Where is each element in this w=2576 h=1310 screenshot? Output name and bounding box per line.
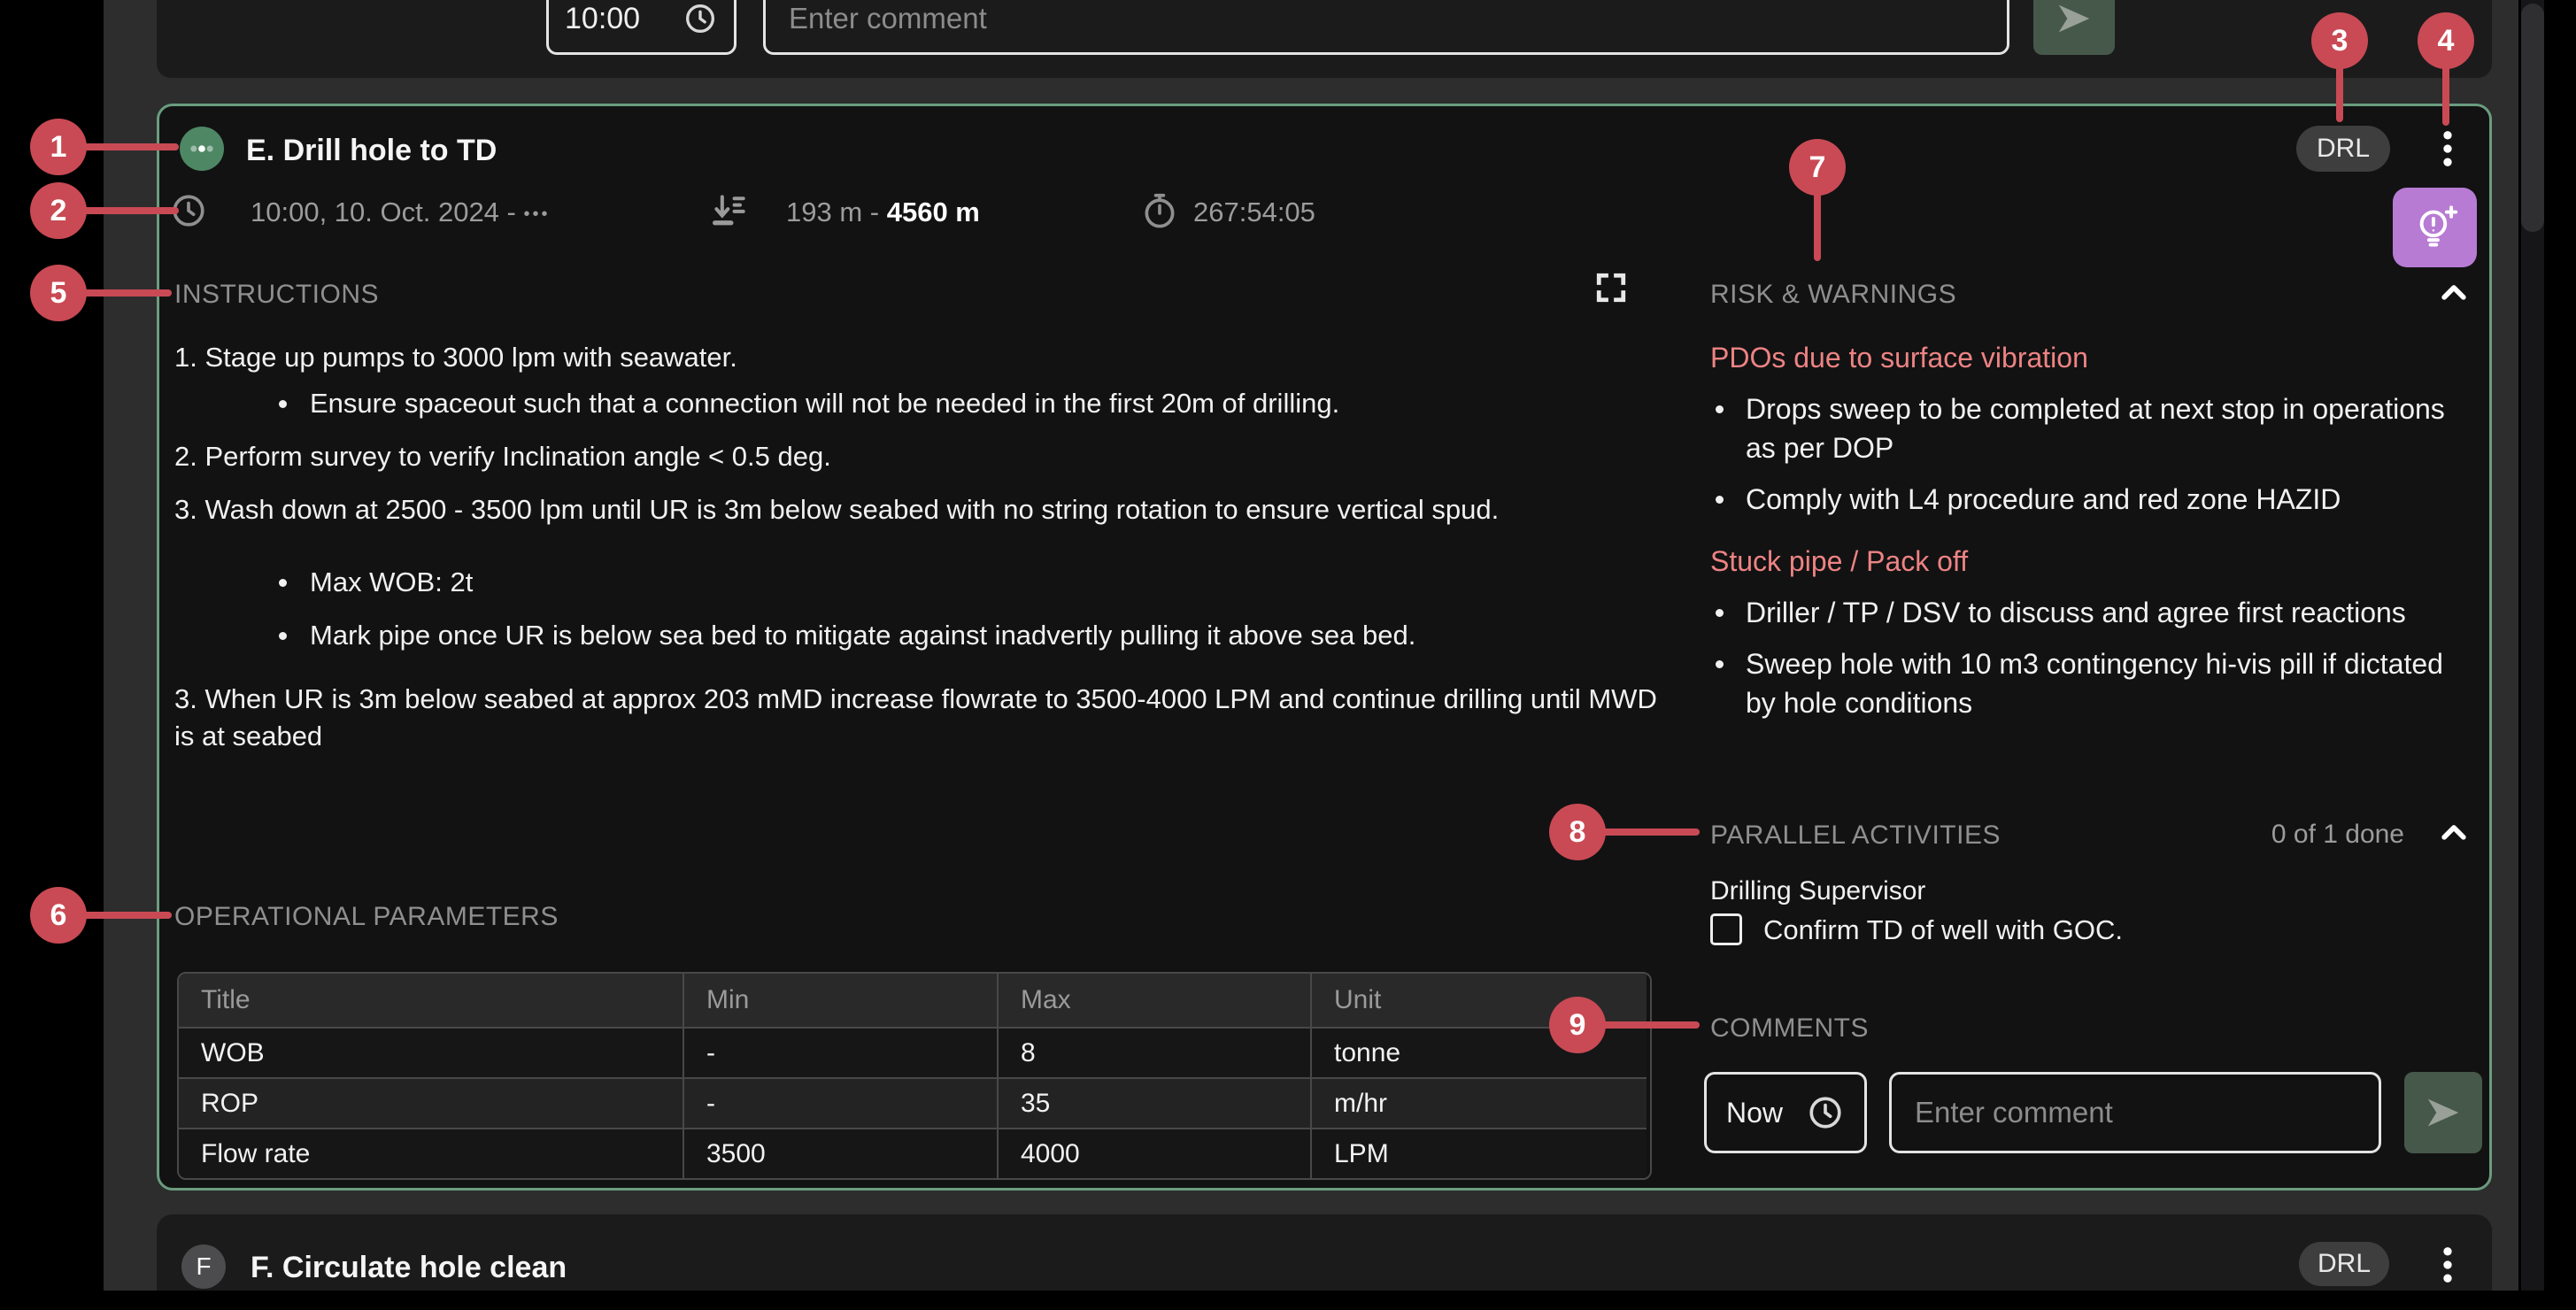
callout-badge-9: 9: [1549, 997, 1606, 1053]
instruction-item: Mark pipe once UR is below sea bed to mi…: [174, 617, 1670, 654]
callout-line-3: [2336, 64, 2343, 122]
activity-letter-badge: F: [181, 1244, 226, 1289]
depth-range-text: 193 m - 4560 m: [786, 196, 980, 228]
callout-badge-4: 4: [2418, 12, 2474, 69]
column-header: Min: [684, 974, 999, 1027]
stopwatch-icon: [1140, 191, 1179, 230]
risk-group-title: Stuck pipe / Pack off: [1710, 542, 2477, 581]
kebab-icon: [2435, 126, 2460, 172]
table-cell: m/hr: [1312, 1077, 1647, 1128]
activity-title: E. Drill hole to TD: [246, 133, 497, 168]
ai-assist-button[interactable]: [2393, 188, 2477, 267]
duration-text: 267:54:05: [1193, 196, 1315, 228]
callout-badge-3: 3: [2311, 12, 2368, 69]
instruction-item: Max WOB: 2t: [174, 564, 1670, 601]
callout-badge-7: 7: [1789, 139, 1846, 196]
callout-line-1: [80, 143, 179, 150]
risk-group-title: PDOs due to surface vibration: [1710, 338, 2477, 377]
instruction-item: 2. Perform survey to verify Inclination …: [174, 438, 1670, 475]
risk-bullet: Comply with L4 procedure and red zone HA…: [1710, 480, 2477, 519]
table-cell: 4000: [999, 1128, 1312, 1178]
send-icon: [2423, 1092, 2464, 1133]
operational-parameters-heading: OPERATIONAL PARAMETERS: [174, 901, 559, 933]
table-cell: ROP: [179, 1077, 684, 1128]
depth-range-icon: [711, 191, 750, 230]
table-cell: 35: [999, 1077, 1312, 1128]
comment-time-now-button[interactable]: Now: [1704, 1072, 1867, 1153]
table-cell: -: [684, 1077, 999, 1128]
lightbulb-plus-icon: [2411, 204, 2459, 251]
parallel-task-label: Confirm TD of well with GOC.: [1763, 913, 2123, 947]
activity-menu-button[interactable]: [2435, 1242, 2460, 1288]
start-time-text: 10:00, 10. Oct. 2024 - •••: [251, 196, 551, 230]
send-activity-comment-button[interactable]: [2404, 1072, 2482, 1153]
comment-time-value: 10:00: [565, 2, 640, 36]
table-cell: 3500: [684, 1128, 999, 1178]
now-label: Now: [1726, 1097, 1783, 1129]
instruction-item: 3. When UR is 3m below seabed at approx …: [174, 681, 1670, 755]
end-time-pending-dots: •••: [523, 204, 550, 224]
discipline-badge: DRL: [2299, 1242, 2389, 1286]
callout-badge-2: 2: [30, 182, 87, 239]
callout-badge-5: 5: [30, 265, 87, 321]
instruction-item: 3. Wash down at 2500 - 3500 lpm until UR…: [174, 491, 1670, 528]
column-header: Title: [179, 974, 684, 1027]
parallel-collapse-button[interactable]: [2436, 814, 2472, 850]
activity-title: F. Circulate hole clean: [251, 1250, 567, 1285]
table-cell: 8: [999, 1027, 1312, 1077]
instructions-text: 1. Stage up pumps to 3000 lpm with seawa…: [174, 339, 1670, 755]
clock-icon: [1806, 1093, 1845, 1132]
callout-badge-6: 6: [30, 887, 87, 944]
risk-warnings-heading: RISK & WARNINGS: [1710, 279, 1956, 311]
risk-collapse-button[interactable]: [2436, 274, 2472, 310]
parallel-task-checkbox[interactable]: [1710, 913, 1742, 945]
callout-badge-8: 8: [1549, 804, 1606, 860]
activity-card-circulate-hole-clean[interactable]: F F. Circulate hole clean DRL: [157, 1214, 2492, 1291]
risk-warnings-list: PDOs due to surface vibration Drops swee…: [1710, 338, 2477, 722]
comment-time-input[interactable]: 10:00: [546, 0, 737, 55]
risk-bullet: Driller / TP / DSV to discuss and agree …: [1710, 593, 2477, 632]
activity-menu-button[interactable]: [2435, 126, 2460, 172]
activity-comment-input[interactable]: [1889, 1072, 2381, 1153]
send-icon: [2054, 0, 2094, 39]
fullscreen-icon[interactable]: [1592, 268, 1631, 307]
table-cell: Flow rate: [179, 1128, 684, 1178]
callout-line-8: [1600, 828, 1700, 836]
callout-line-5: [80, 289, 172, 297]
table-cell: LPM: [1312, 1128, 1647, 1178]
comments-heading: COMMENTS: [1710, 1013, 1869, 1044]
send-comment-button[interactable]: [2033, 0, 2115, 55]
page: 10:00 E. Drill hole to TD DRL: [0, 0, 2576, 1310]
table-cell: -: [684, 1027, 999, 1077]
column-header: Max: [999, 974, 1312, 1027]
callout-line-6: [80, 912, 172, 919]
instruction-item: 1. Stage up pumps to 3000 lpm with seawa…: [174, 339, 1670, 376]
parameters-table: Title Min Max Unit WOB - 8 tonne ROP - 3…: [177, 972, 1652, 1180]
activity-card-drill-hole-to-td[interactable]: E. Drill hole to TD DRL 10:: [157, 104, 2492, 1191]
chevron-up-icon: [2436, 814, 2472, 850]
instruction-item: Ensure spaceout such that a connection w…: [174, 385, 1670, 422]
comment-input[interactable]: [763, 0, 2009, 55]
scrollbar-thumb[interactable]: [2521, 4, 2544, 232]
parallel-progress: 0 of 1 done: [2195, 820, 2404, 850]
callout-line-4: [2442, 64, 2449, 126]
activity-running-status-icon: [180, 127, 224, 171]
callout-line-7: [1814, 190, 1821, 261]
risk-bullet: Sweep hole with 10 m3 contingency hi-vis…: [1710, 644, 2477, 722]
chevron-up-icon: [2436, 274, 2472, 310]
callout-line-9: [1600, 1021, 1700, 1029]
callout-badge-1: 1: [30, 119, 87, 175]
previous-activity-comment-card: 10:00: [157, 0, 2492, 78]
callout-line-2: [80, 207, 179, 214]
discipline-badge: DRL: [2296, 126, 2390, 172]
kebab-icon: [2435, 1242, 2460, 1288]
depth-to-value: 4560 m: [887, 196, 980, 227]
risk-bullet: Drops sweep to be completed at next stop…: [1710, 389, 2477, 467]
table-cell: WOB: [179, 1027, 684, 1077]
instructions-heading: INSTRUCTIONS: [174, 279, 379, 311]
parallel-activities-heading: PARALLEL ACTIVITIES: [1710, 820, 2001, 852]
parallel-assignee: Drilling Supervisor: [1710, 875, 1925, 908]
clock-icon: [683, 1, 718, 36]
